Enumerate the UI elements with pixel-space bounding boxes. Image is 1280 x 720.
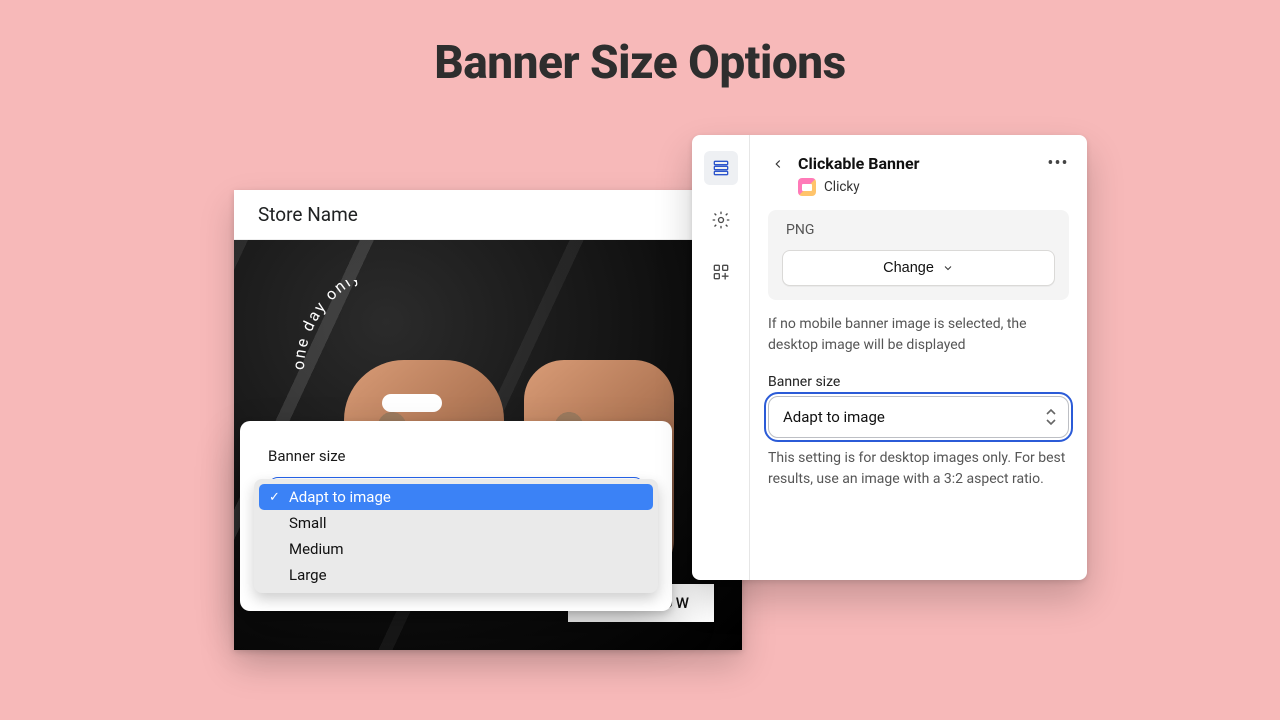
rail-settings-icon[interactable]: [704, 203, 738, 237]
back-button[interactable]: [768, 154, 788, 174]
banner-size-dropdown-card: Banner size Adapt to image Small Medium …: [240, 421, 672, 611]
select-stepper-icon: [1044, 408, 1058, 426]
chevron-down-icon: [942, 262, 954, 274]
change-image-button[interactable]: Change: [782, 250, 1055, 286]
banner-size-select-value: Adapt to image: [783, 408, 885, 426]
dropdown-option-small[interactable]: Small: [259, 510, 653, 536]
app-name: Clicky: [824, 179, 860, 195]
change-button-label: Change: [883, 260, 934, 276]
image-file-card: PNG Change: [768, 210, 1069, 300]
rail-sections-icon[interactable]: [704, 151, 738, 185]
dropdown-option-adapt-to-image[interactable]: Adapt to image: [259, 484, 653, 510]
dropdown-menu: Adapt to image Small Medium Large: [254, 479, 658, 593]
rail-apps-icon[interactable]: [704, 255, 738, 289]
page-title: Banner Size Options: [0, 36, 1280, 90]
settings-rail: [692, 135, 750, 580]
banner-size-help-text: This setting is for desktop images only.…: [768, 448, 1069, 490]
app-icon: [798, 178, 816, 196]
file-type-label: PNG: [786, 222, 1055, 238]
svg-text:one day only: one day only: [294, 280, 363, 370]
more-actions-icon[interactable]: •••: [1047, 153, 1069, 174]
store-name: Store Name: [234, 190, 742, 240]
settings-panel: Clickable Banner ••• Clicky PNG Change I…: [692, 135, 1087, 580]
dropdown-option-medium[interactable]: Medium: [259, 536, 653, 562]
mobile-fallback-note: If no mobile banner image is selected, t…: [768, 314, 1069, 356]
settings-title: Clickable Banner: [798, 154, 1037, 173]
dropdown-label: Banner size: [240, 447, 672, 471]
dropdown-option-large[interactable]: Large: [259, 562, 653, 588]
banner-size-field-label: Banner size: [768, 374, 1069, 390]
banner-size-select[interactable]: Adapt to image: [768, 396, 1069, 438]
